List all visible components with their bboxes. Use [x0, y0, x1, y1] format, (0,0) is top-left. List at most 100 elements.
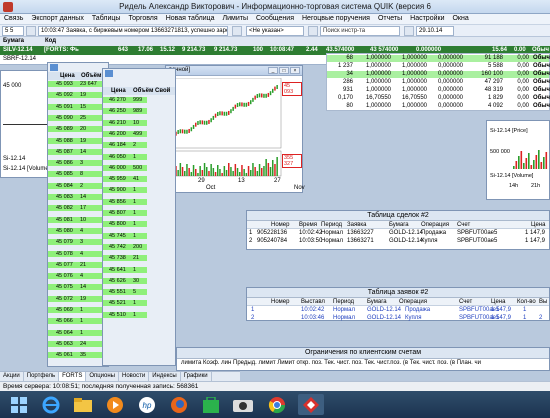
- search-input[interactable]: Поиск инстр-та: [320, 26, 400, 36]
- calendar-icon[interactable]: [404, 26, 414, 36]
- chrome-icon[interactable]: [264, 394, 290, 415]
- order-row[interactable]: 1 10:02:42 Нормал GOLD-12.14 Продажа SPBFUT00…: [247, 306, 549, 314]
- securities-row[interactable]: 80 1,000000 1,000000 0,000000 4 092 0,00 Обыч: [327, 103, 550, 110]
- securities-row[interactable]: 34 1,000000 1,000000 0,000000 160 100 0,00 Обы…: [327, 71, 550, 78]
- message-box[interactable]: 10:03:47 Заявка, с биржевым номером 1366…: [38, 26, 228, 36]
- tab-news[interactable]: Новости: [119, 372, 150, 381]
- book2-row[interactable]: 45 900 1: [103, 187, 147, 194]
- book1-row[interactable]: 45 088 19: [48, 137, 104, 144]
- start-windows-icon[interactable]: [6, 394, 32, 415]
- store-icon[interactable]: [198, 394, 224, 415]
- order-book-1[interactable]: Цена Объём 45 093 23 647 45 092 19 45 091 15 4…: [47, 62, 109, 367]
- book2-row[interactable]: 45 738 21: [103, 255, 147, 262]
- close-icon[interactable]: ×: [290, 67, 300, 74]
- clock-icon[interactable]: [26, 26, 36, 36]
- book1-row[interactable]: 45 064 1: [48, 329, 104, 336]
- book2-row[interactable]: 46 210 10: [103, 119, 147, 126]
- tab-indices[interactable]: Индексы: [149, 372, 181, 381]
- book2-row[interactable]: 45 742 200: [103, 243, 147, 250]
- menu-item[interactable]: Сообщения: [252, 14, 298, 24]
- left-chart-window[interactable]: 45 000 Si-12.14 Si-12.14 [Volume]: [0, 70, 52, 178]
- filter-select[interactable]: <Не указан>: [246, 26, 304, 36]
- media-player-icon[interactable]: [102, 394, 128, 415]
- book2-row[interactable]: 45 641 1: [103, 266, 147, 273]
- filter-icon[interactable]: [232, 26, 242, 36]
- book2-row[interactable]: 46 250 989: [103, 108, 147, 115]
- book1-row[interactable]: 45 087 14: [48, 148, 104, 155]
- menu-item[interactable]: Отчеты: [374, 14, 406, 24]
- book1-row[interactable]: 45 091 15: [48, 103, 104, 110]
- trade-row[interactable]: 1 905228136 10:02:42 Нормал 13663227 GOLD-12.…: [247, 229, 549, 237]
- limits-table[interactable]: Ограничения по клиентским счетам лимита …: [176, 347, 550, 371]
- menu-item[interactable]: Таблицы: [88, 14, 125, 24]
- menu-item[interactable]: Экспорт данных: [27, 14, 88, 24]
- book1-row[interactable]: 45 075 14: [48, 284, 104, 291]
- menu-item[interactable]: Настройки: [406, 14, 448, 24]
- book1-row[interactable]: 45 081 10: [48, 216, 104, 223]
- firefox-icon[interactable]: [166, 394, 192, 415]
- book1-row[interactable]: 45 077 21: [48, 261, 104, 268]
- book1-row[interactable]: 45 080 4: [48, 227, 104, 234]
- book2-row[interactable]: 45 745 1: [103, 232, 147, 239]
- hp-icon[interactable]: hp: [134, 394, 160, 415]
- maximize-icon[interactable]: □: [279, 67, 289, 74]
- order-book-2[interactable]: Цена Объём Свой 46 270 999 46 250 989 46 210…: [102, 68, 176, 366]
- tab-charts[interactable]: Графики: [181, 372, 212, 381]
- book2-row[interactable]: 46 270 999: [103, 97, 147, 103]
- securities-row[interactable]: 68 1,000000 1,000000 0,000000 91 188 0,00 Обыч: [327, 55, 550, 62]
- book2-row[interactable]: 46 000 500: [103, 164, 147, 171]
- book2-row[interactable]: 45 510 1: [103, 311, 147, 318]
- book2-row[interactable]: 45 551 5: [103, 289, 147, 296]
- tab-forts[interactable]: FORTS: [59, 372, 87, 381]
- menu-item[interactable]: Негоцвые поручения: [298, 14, 374, 24]
- book1-row[interactable]: 45 066 1: [48, 318, 104, 325]
- book1-row[interactable]: 45 063 24: [48, 340, 104, 347]
- tab-portfolio[interactable]: Портфель: [24, 372, 60, 381]
- book1-row[interactable]: 45 082 17: [48, 205, 104, 212]
- date-field[interactable]: 29.10.14: [416, 26, 454, 36]
- book1-row[interactable]: 45 086 3: [48, 160, 104, 167]
- internet-explorer-icon[interactable]: [38, 394, 64, 415]
- menu-item[interactable]: Лимиты: [219, 14, 252, 24]
- book1-row[interactable]: 45 083 14: [48, 194, 104, 200]
- securities-row[interactable]: 0,170 16,70550 16,70550 0,000000 1 829 0,00 Об…: [327, 95, 550, 102]
- book1-row[interactable]: 45 092 19: [48, 92, 104, 99]
- menu-item[interactable]: Новая таблица: [162, 14, 219, 24]
- book2-row[interactable]: 45 959 41: [103, 176, 147, 183]
- quik-taskbar-icon[interactable]: [298, 394, 324, 415]
- page-number-box[interactable]: 5 5: [2, 26, 24, 36]
- book1-row[interactable]: 45 090 25: [48, 114, 104, 121]
- trade-row[interactable]: 2 905240784 10:03:50 Нормал 13663271 GOLD-12.…: [247, 237, 549, 245]
- book2-row[interactable]: 45 807 1: [103, 210, 147, 216]
- book2-row[interactable]: 46 200 499: [103, 130, 147, 137]
- trades-table[interactable]: Таблица сделок #2 Номер Время Период Зая…: [246, 210, 550, 250]
- book2-row[interactable]: 46 050 1: [103, 153, 147, 160]
- tab-options[interactable]: Опционы: [86, 372, 119, 381]
- book2-row[interactable]: 45 800 1: [103, 221, 147, 228]
- book2-row[interactable]: 45 521 1: [103, 300, 147, 307]
- main-chart-window[interactable]: вечной] _ □ × 45 093 355 327 29 13 27 Oct …: [165, 65, 305, 193]
- book1-row[interactable]: 45 061 35: [48, 352, 104, 359]
- book2-row[interactable]: 45 856 1: [103, 198, 147, 205]
- book1-row[interactable]: 45 079 3: [48, 239, 104, 246]
- securities-row[interactable]: 1 237 1,000000 1,000000 0,000000 5 588 0,00 Об…: [327, 63, 550, 70]
- book1-row[interactable]: 45 093 23 647: [48, 81, 104, 87]
- orders-table[interactable]: Таблица заявок #2 Номер Выставл Период Б…: [246, 287, 550, 321]
- book1-row[interactable]: 45 085 8: [48, 171, 104, 178]
- tab-shares[interactable]: Акции: [0, 372, 24, 381]
- book1-row[interactable]: 45 084 2: [48, 182, 104, 189]
- securities-row[interactable]: 931 1,000000 1,000000 0,000000 48 319 0,00 Обы…: [327, 87, 550, 94]
- book1-row[interactable]: 45 069 1: [48, 307, 104, 313]
- book1-row[interactable]: 45 072 19: [48, 295, 104, 302]
- menu-item[interactable]: Окна: [448, 14, 472, 24]
- book2-row[interactable]: 45 626 30: [103, 277, 147, 284]
- order-row[interactable]: 2 10:03:46 Нормал GOLD-12.14 Купля SPBFUT00ae…: [247, 314, 549, 322]
- book1-row[interactable]: 45 089 20: [48, 126, 104, 133]
- camera-icon[interactable]: [230, 394, 256, 415]
- book1-row[interactable]: 45 078 4: [48, 250, 104, 257]
- search-icon[interactable]: [308, 26, 318, 36]
- book2-row[interactable]: 46 184 2: [103, 142, 147, 149]
- securities-row[interactable]: 286 1,000000 1,000000 0,000000 47 297 0,00 Обы…: [327, 79, 550, 86]
- right-chart-window[interactable]: Si-12.14 [Price] 500 000 Si-12.14 [Volum…: [486, 120, 550, 200]
- book1-row[interactable]: 45 076 4: [48, 273, 104, 280]
